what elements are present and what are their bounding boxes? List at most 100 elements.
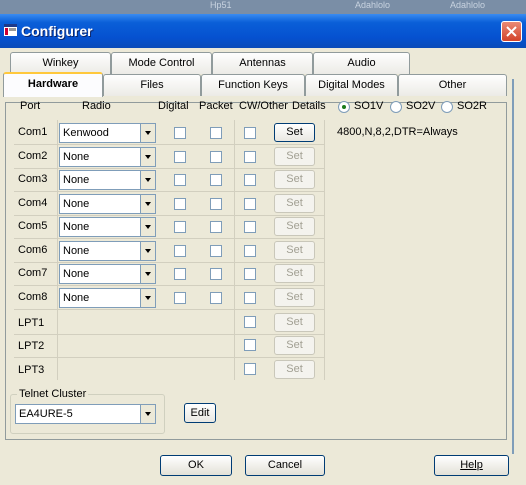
radio-select[interactable]: None — [59, 147, 156, 167]
port-label: Com5 — [18, 220, 48, 232]
lpt-cw-other-checkbox[interactable] — [244, 316, 256, 328]
cw-other-checkbox[interactable] — [244, 198, 256, 210]
digital-checkbox[interactable] — [174, 268, 186, 280]
column-header-port: Port — [20, 100, 41, 112]
lpt-set-details-button[interactable]: Set — [274, 336, 315, 355]
set-details-button[interactable]: Set — [274, 264, 315, 283]
tab-winkey[interactable]: Winkey — [10, 52, 111, 74]
cw-other-checkbox[interactable] — [244, 268, 256, 280]
help-button[interactable]: Help — [434, 455, 509, 476]
radio-select[interactable]: None — [59, 194, 156, 214]
grid-line — [234, 120, 235, 380]
set-details-button[interactable]: Set — [274, 123, 315, 142]
chevron-down-icon[interactable] — [140, 195, 155, 213]
port-label: Com2 — [18, 150, 48, 162]
packet-checkbox[interactable] — [210, 221, 222, 233]
radio-select[interactable]: Kenwood — [59, 123, 156, 143]
cw-other-checkbox[interactable] — [244, 292, 256, 304]
column-header-digital: Digital — [158, 100, 189, 112]
chevron-down-icon[interactable] — [140, 124, 155, 142]
packet-checkbox[interactable] — [210, 292, 222, 304]
radio-select-value: None — [63, 292, 90, 304]
telnet-cluster-select[interactable]: EA4URE-5 — [15, 404, 156, 424]
chevron-down-icon[interactable] — [140, 218, 155, 236]
cancel-button[interactable]: Cancel — [245, 455, 325, 476]
ok-button[interactable]: OK — [160, 455, 232, 476]
radio-select[interactable]: None — [59, 264, 156, 284]
tab-other[interactable]: Other — [398, 74, 507, 96]
radio-select-value: None — [63, 151, 90, 163]
grid-line — [14, 144, 324, 145]
tab-hardware[interactable]: Hardware — [3, 72, 103, 97]
chevron-down-icon[interactable] — [140, 148, 155, 166]
radio-select-value: None — [63, 221, 90, 233]
grid-line — [14, 168, 324, 169]
set-details-button[interactable]: Set — [274, 170, 315, 189]
packet-checkbox[interactable] — [210, 198, 222, 210]
packet-checkbox[interactable] — [210, 245, 222, 257]
digital-checkbox[interactable] — [174, 151, 186, 163]
so1v-radio[interactable] — [338, 101, 350, 113]
packet-checkbox[interactable] — [210, 268, 222, 280]
radio-select-value: None — [63, 245, 90, 257]
tab-mode-control[interactable]: Mode Control — [111, 52, 212, 74]
packet-checkbox[interactable] — [210, 151, 222, 163]
edit-button[interactable]: Edit — [184, 403, 216, 423]
chevron-down-icon[interactable] — [140, 171, 155, 189]
grid-line — [14, 215, 324, 216]
cw-other-checkbox[interactable] — [244, 151, 256, 163]
cw-other-checkbox[interactable] — [244, 127, 256, 139]
radio-select[interactable]: None — [59, 217, 156, 237]
digital-checkbox[interactable] — [174, 198, 186, 210]
so1v-label: SO1V — [354, 100, 384, 112]
lpt-set-details-button[interactable]: Set — [274, 313, 315, 332]
so2v-radio[interactable] — [390, 101, 402, 113]
grid-line — [14, 357, 324, 358]
packet-checkbox[interactable] — [210, 127, 222, 139]
set-details-button[interactable]: Set — [274, 217, 315, 236]
grid-line — [14, 309, 324, 310]
radio-select-value: None — [63, 268, 90, 280]
cw-other-checkbox[interactable] — [244, 245, 256, 257]
radio-select[interactable]: None — [59, 288, 156, 308]
tab-audio[interactable]: Audio — [313, 52, 410, 74]
chevron-down-icon[interactable] — [140, 265, 155, 283]
tab-antennas[interactable]: Antennas — [212, 52, 313, 74]
tab-files[interactable]: Files — [103, 74, 201, 96]
radio-select[interactable]: None — [59, 170, 156, 190]
background-text: Hp51 — [210, 0, 232, 10]
radio-select[interactable]: None — [59, 241, 156, 261]
background-window-strip: Hp51 Adahlolo Adahlolo — [0, 0, 526, 14]
set-details-button[interactable]: Set — [274, 194, 315, 213]
chevron-down-icon[interactable] — [140, 289, 155, 307]
lpt-cw-other-checkbox[interactable] — [244, 363, 256, 375]
close-button[interactable] — [501, 21, 522, 42]
tab-digital-modes[interactable]: Digital Modes — [305, 74, 398, 96]
title-bar[interactable]: Configurer — [0, 14, 526, 48]
cw-other-checkbox[interactable] — [244, 174, 256, 186]
background-text: Adahlolo — [450, 0, 486, 10]
window-app-icon — [4, 24, 17, 36]
set-details-button[interactable]: Set — [274, 147, 315, 166]
digital-checkbox[interactable] — [174, 174, 186, 186]
digital-checkbox[interactable] — [174, 292, 186, 304]
so2r-radio[interactable] — [441, 101, 453, 113]
lpt-cw-other-checkbox[interactable] — [244, 339, 256, 351]
chevron-down-icon[interactable] — [140, 242, 155, 260]
set-details-button[interactable]: Set — [274, 241, 315, 260]
set-details-button[interactable]: Set — [274, 288, 315, 307]
digital-checkbox[interactable] — [174, 221, 186, 233]
column-header-packet: Packet — [199, 100, 233, 112]
packet-checkbox[interactable] — [210, 174, 222, 186]
tab-function-keys[interactable]: Function Keys — [201, 74, 305, 96]
digital-checkbox[interactable] — [174, 245, 186, 257]
grid-line — [57, 120, 58, 380]
digital-checkbox[interactable] — [174, 127, 186, 139]
lpt-port-label: LPT3 — [18, 364, 45, 376]
chevron-down-icon[interactable] — [140, 405, 155, 423]
cw-other-checkbox[interactable] — [244, 221, 256, 233]
port-label: Com7 — [18, 267, 48, 279]
window-right-edge — [512, 48, 526, 485]
column-header-radio: Radio — [82, 100, 111, 112]
lpt-set-details-button[interactable]: Set — [274, 360, 315, 379]
